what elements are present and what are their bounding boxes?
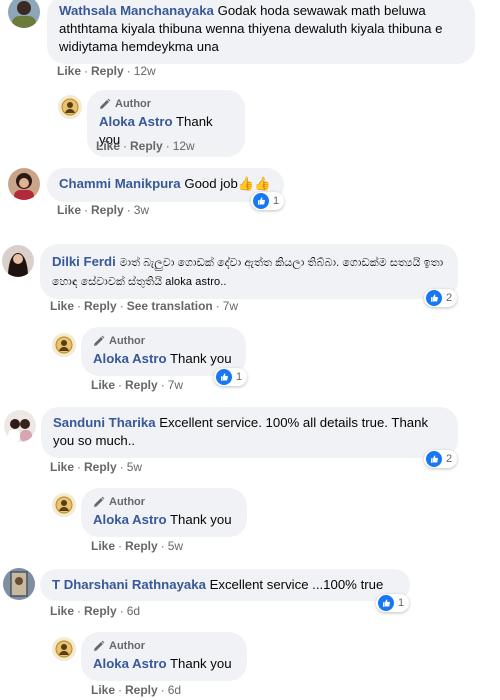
reply-link[interactable]: Reply [91,64,124,78]
pen-icon [93,640,105,652]
comment-bubble: Chammi Manikpura Good job👍👍 [47,168,284,202]
like-link[interactable]: Like [57,203,81,217]
like-icon [253,193,269,209]
author-label: Author [109,335,146,347]
commenter-name[interactable]: T Dharshani Rathnayaka [52,577,206,592]
avatar[interactable] [8,168,40,200]
timestamp[interactable]: 5w [127,460,142,474]
reply-actions: Like · Reply · 7w [91,378,184,392]
reaction-count[interactable]: 2 [424,289,458,307]
reply-actions: Like · Reply · 6d [91,683,182,697]
reaction-count[interactable]: 1 [376,594,410,612]
like-link[interactable]: Like [50,460,74,474]
pen-icon [99,98,111,110]
comment-text: Thank you [169,351,232,366]
page-avatar[interactable] [52,493,76,517]
thumbs-up-emoji: 👍👍 [237,176,271,191]
reply-actions: Like · Reply · 12w [96,139,195,153]
reply-link[interactable]: Reply [84,460,117,474]
comment-text: Thank you [169,656,232,671]
timestamp[interactable]: 6d [168,683,181,697]
reply-actions: Like · Reply · 5w [91,539,184,553]
avatar[interactable] [4,410,36,442]
timestamp[interactable]: 5w [168,539,183,553]
reply-link[interactable]: Reply [130,139,163,153]
timestamp[interactable]: 7w [168,378,183,392]
commenter-name[interactable]: Aloka Astro [93,656,167,671]
reaction-count[interactable]: 1 [214,368,248,386]
like-icon [378,595,394,611]
avatar[interactable] [3,568,35,600]
reply-link[interactable]: Reply [91,203,124,217]
timestamp[interactable]: 3w [134,203,149,217]
author-badge: Author [93,495,235,509]
comment-text: Thank you [169,512,232,527]
pen-icon [93,335,105,347]
comment-bubble: Dilki Ferdi මාත් බැලුවා ගොඩක් දේවා ඇත්ත … [40,244,458,299]
like-link[interactable]: Like [57,64,81,78]
see-translation-link[interactable]: See translation [127,299,213,313]
timestamp[interactable]: 7w [223,299,238,313]
comment-actions: Like · Reply · 6d [50,604,141,618]
comment-text: Good job [184,176,238,191]
author-label: Author [109,496,146,508]
comment-text: Excellent service ...100% true [209,577,384,592]
comment-actions: Like · Reply · See translation · 7w [50,299,239,313]
page-avatar[interactable] [58,95,82,119]
like-link[interactable]: Like [96,139,120,153]
like-link[interactable]: Like [50,299,74,313]
reply-link[interactable]: Reply [125,683,158,697]
commenter-name[interactable]: Aloka Astro [93,512,167,527]
commenter-name[interactable]: Dilki Ferdi [52,254,116,269]
avatar[interactable] [8,0,40,28]
timestamp[interactable]: 12w [173,139,195,153]
timestamp[interactable]: 12w [134,64,156,78]
reply-link[interactable]: Reply [84,299,117,313]
commenter-name[interactable]: Chammi Manikpura [59,176,181,191]
commenter-name[interactable]: Aloka Astro [93,351,167,366]
commenter-name[interactable]: Wathsala Manchanayaka [59,3,214,18]
reply-link[interactable]: Reply [84,604,117,618]
like-icon [216,369,232,385]
reply-bubble: Author Aloka Astro Thank you [81,488,247,537]
reply-link[interactable]: Reply [125,539,158,553]
comment-bubble: T Dharshani Rathnayaka Excellent service… [40,569,410,601]
like-icon [426,451,442,467]
author-label: Author [109,640,146,652]
timestamp[interactable]: 6d [127,604,140,618]
reaction-count[interactable]: 2 [424,450,458,468]
like-icon [426,290,442,306]
reply-bubble: Author Aloka Astro Thank you [81,632,247,681]
page-avatar[interactable] [52,637,76,661]
comment-actions: Like · Reply · 3w [57,203,150,217]
comment-actions: Like · Reply · 12w [57,64,156,78]
commenter-name[interactable]: Aloka Astro [99,114,173,129]
author-label: Author [115,98,152,110]
pen-icon [93,496,105,508]
author-badge: Author [93,639,235,653]
like-link[interactable]: Like [91,539,115,553]
author-badge: Author [99,97,233,111]
like-link[interactable]: Like [91,683,115,697]
reaction-count[interactable]: 1 [251,192,285,210]
comment-bubble: Wathsala Manchanayaka Godak hoda sewawak… [47,0,475,64]
like-link[interactable]: Like [91,378,115,392]
page-avatar[interactable] [52,333,76,357]
reply-link[interactable]: Reply [125,378,158,392]
like-link[interactable]: Like [50,604,74,618]
author-badge: Author [93,334,234,348]
comment-bubble: Sanduni Tharika Excellent service. 100% … [41,407,458,458]
comment-actions: Like · Reply · 5w [50,460,143,474]
avatar[interactable] [2,245,34,277]
commenter-name[interactable]: Sanduni Tharika [53,415,156,430]
